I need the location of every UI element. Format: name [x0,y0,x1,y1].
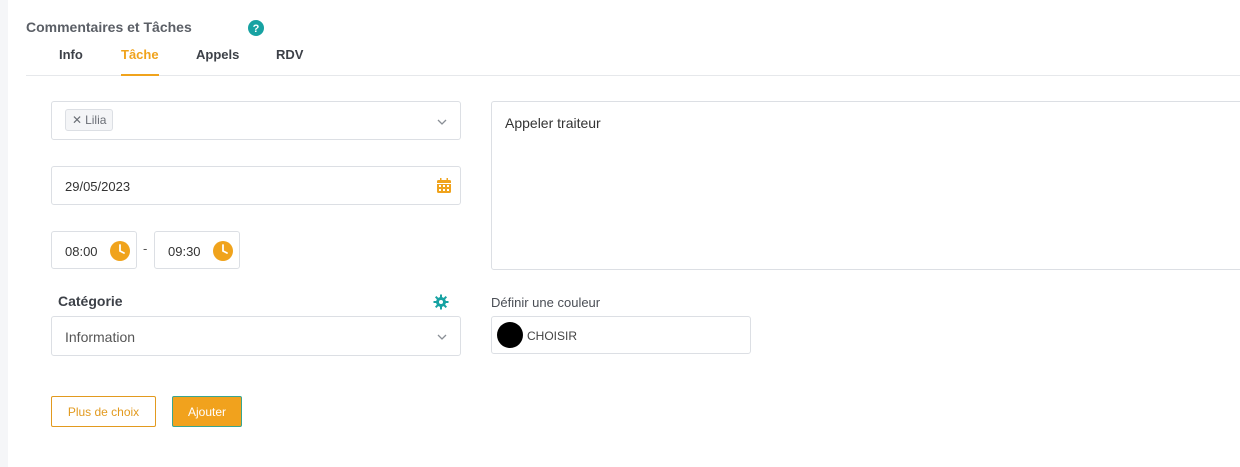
color-swatch[interactable] [497,322,523,348]
more-options-button[interactable]: Plus de choix [51,396,156,427]
color-choose-label: CHOISIR [527,329,578,343]
left-panel-edge [0,0,8,467]
page-title: Commentaires et Tâches [26,19,192,35]
calendar-icon[interactable] [436,178,452,194]
color-picker[interactable]: CHOISIR [491,316,751,354]
color-label: Définir une couleur [491,295,601,310]
category-select[interactable]: Information [51,316,461,356]
time-separator: - [143,241,148,256]
assignee-chip: ✕ Lilia [65,109,114,131]
time-start-value: 08:00 [65,244,98,259]
chevron-down-icon[interactable] [436,331,448,343]
tab-tache[interactable]: Tâche [121,47,159,76]
time-end-value: 09:30 [168,244,201,259]
tab-appels[interactable]: Appels [196,47,239,76]
tab-rdv[interactable]: RDV [276,47,303,76]
assignee-chip-label: Lilia [85,113,107,127]
clock-icon[interactable] [110,241,130,261]
chevron-down-icon[interactable] [436,116,448,128]
tab-bar: Info Tâche Appels RDV [26,40,1240,76]
clock-icon[interactable] [213,241,233,261]
time-start-input[interactable]: 08:00 [51,231,137,269]
date-value: 29/05/2023 [65,179,131,194]
tab-info[interactable]: Info [59,47,83,76]
remove-chip-icon[interactable]: ✕ [72,113,82,127]
time-end-input[interactable]: 09:30 [154,231,240,269]
add-button[interactable]: Ajouter [172,396,242,427]
category-label: Catégorie [58,293,123,309]
assignee-select[interactable]: ✕ Lilia [51,101,461,140]
svg-text:?: ? [253,23,260,35]
comment-textarea[interactable]: Appeler traiteur [491,101,1240,270]
gear-icon[interactable] [433,294,449,310]
category-value: Information [65,329,136,345]
date-input[interactable]: 29/05/2023 [51,166,461,205]
comment-value: Appeler traiteur [505,115,601,131]
question-circle-icon[interactable]: ? [248,20,264,36]
